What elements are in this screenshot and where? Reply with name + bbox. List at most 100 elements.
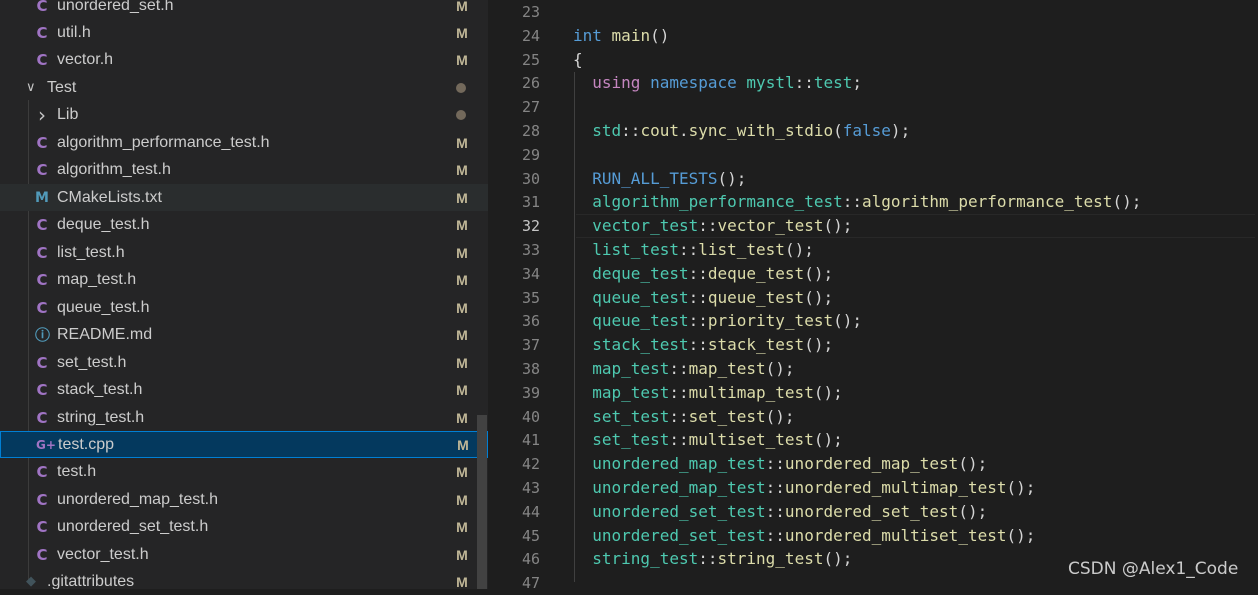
code-line[interactable]: 28 std::cout.sync_with_stdio(false); xyxy=(496,119,1258,143)
explorer-item-label: algorithm_performance_test.h xyxy=(57,133,270,151)
info-file-icon: ⓘ xyxy=(35,326,51,344)
explorer-item-label: unordered_set.h xyxy=(57,0,174,14)
line-number: 27 xyxy=(521,98,540,117)
c-file-icon: C xyxy=(36,243,48,262)
line-number: 33 xyxy=(521,241,540,259)
line-number: 47 xyxy=(521,574,540,593)
code-line[interactable]: 27 xyxy=(496,95,1258,119)
c-file-icon: C xyxy=(36,353,48,372)
code-line[interactable]: 35 queue_test::queue_test(); xyxy=(496,286,1258,310)
c-file-icon: C xyxy=(36,490,48,509)
explorer-item[interactable]: Cutil.h M xyxy=(0,19,488,46)
explorer-item[interactable]: Cvector.h M xyxy=(0,46,488,73)
code-line[interactable]: 29 xyxy=(496,143,1258,167)
git-status-badge: M xyxy=(456,299,468,316)
code-line[interactable]: 30 RUN_ALL_TESTS(); xyxy=(496,167,1258,191)
panel-gap xyxy=(488,0,496,589)
explorer-item-label: deque_test.h xyxy=(57,215,150,233)
code-line[interactable]: 31 algorithm_performance_test::algorithm… xyxy=(496,190,1258,214)
explorer-item[interactable]: Cunordered_map_test.h M xyxy=(0,486,488,513)
explorer-item[interactable]: Cstack_test.h M xyxy=(0,376,488,403)
code-text: unordered_map_test::unordered_multimap_t… xyxy=(592,478,1036,497)
line-number: 26 xyxy=(521,74,540,93)
explorer-item[interactable]: Calgorithm_test.h M xyxy=(0,156,488,183)
git-status-badge: M xyxy=(456,0,468,14)
explorer-item-label: list_test.h xyxy=(57,243,125,261)
explorer-item-label: algorithm_test.h xyxy=(57,160,171,178)
git-status-badge: M xyxy=(456,326,468,343)
code-text: std::cout.sync_with_stdio(false); xyxy=(592,121,911,140)
explorer-item[interactable]: Cmap_test.h M xyxy=(0,266,488,293)
explorer-item-label: queue_test.h xyxy=(57,298,150,316)
code-line[interactable]: 38 map_test::map_test(); xyxy=(496,357,1258,381)
code-line[interactable]: 34 deque_test::deque_test(); xyxy=(496,262,1258,286)
line-number: 46 xyxy=(521,550,540,569)
line-number: 25 xyxy=(521,50,540,69)
line-number: 41 xyxy=(521,431,540,450)
code-line[interactable]: 32 vector_test::vector_test(); xyxy=(496,214,1258,238)
code-text: algorithm_performance_test::algorithm_pe… xyxy=(592,192,1142,212)
code-line[interactable]: 26 using namespace mystl::test; xyxy=(496,71,1258,95)
code-line[interactable]: 39 map_test::multimap_test(); xyxy=(496,381,1258,405)
watermark: CSDN @Alex1_Code xyxy=(1068,559,1239,579)
explorer-item[interactable]: ⓘ README.md M xyxy=(0,321,488,348)
code-line[interactable]: 36 queue_test::priority_test(); xyxy=(496,309,1258,333)
explorer-scrollbar[interactable] xyxy=(477,415,487,589)
explorer-item[interactable]: › Lib xyxy=(0,101,488,128)
explorer-item-label: test.h xyxy=(57,462,97,480)
code-line[interactable]: 23 xyxy=(496,0,1258,24)
code-text: unordered_set_test::unordered_multiset_t… xyxy=(592,525,1036,545)
explorer-item-label: test.cpp xyxy=(58,435,115,453)
explorer-item[interactable]: Cunordered_set_test.h M xyxy=(0,513,488,540)
explorer-item-label: map_test.h xyxy=(57,270,137,288)
code-line[interactable]: 41 set_test::multiset_test(); xyxy=(496,428,1258,452)
git-status-badge: M xyxy=(457,436,469,453)
line-number: 29 xyxy=(521,145,540,164)
modified-dot xyxy=(456,109,466,120)
explorer-item[interactable]: Cqueue_test.h M xyxy=(0,294,488,321)
code-editor[interactable]: 23 24 int main() 25 {26 using namespace myst… xyxy=(496,0,1258,592)
git-status-badge: M xyxy=(456,189,468,206)
explorer-item[interactable]: Cunordered_set.h M xyxy=(0,0,488,19)
modified-dot xyxy=(456,82,466,93)
code-line[interactable]: 40 set_test::set_test(); xyxy=(496,405,1258,429)
cpp-file-icon: G+ xyxy=(36,437,56,452)
explorer-item[interactable]: M CMakeLists.txt M xyxy=(0,184,488,211)
line-number: 42 xyxy=(521,455,540,474)
c-file-icon: C xyxy=(36,545,48,564)
line-number: 37 xyxy=(521,336,540,355)
c-file-icon: C xyxy=(36,380,48,399)
code-line[interactable]: 25 { xyxy=(496,48,1258,72)
line-number: 32 xyxy=(521,217,540,236)
c-file-icon: C xyxy=(36,408,48,427)
explorer-item[interactable]: Cstring_test.h M xyxy=(0,404,488,431)
code-line[interactable]: 43 unordered_map_test::unordered_multima… xyxy=(496,476,1258,500)
explorer-item-label: unordered_set_test.h xyxy=(57,517,209,535)
explorer-item[interactable]: ∨ Test xyxy=(0,74,488,101)
code-line[interactable]: 42 unordered_map_test::unordered_map_tes… xyxy=(496,452,1258,476)
code-text: int main() xyxy=(573,25,670,45)
explorer-item[interactable]: Cdeque_test.h M xyxy=(0,211,488,238)
code-line[interactable]: 33 list_test::list_test(); xyxy=(496,238,1258,262)
explorer-item[interactable]: ◆ .gitattributes M xyxy=(0,568,488,590)
explorer-item-label: Test xyxy=(47,78,77,96)
code-line[interactable]: 44 unordered_set_test::unordered_set_tes… xyxy=(496,500,1258,524)
explorer-item[interactable]: Ctest.h M xyxy=(0,458,488,485)
git-status-badge: M xyxy=(456,491,468,508)
explorer-item[interactable]: Clist_test.h M xyxy=(0,239,488,266)
code-line[interactable]: 24 int main() xyxy=(496,24,1258,48)
c-file-icon: C xyxy=(36,462,48,481)
explorer-item[interactable]: G+ test.cpp M xyxy=(0,431,488,458)
line-number: 43 xyxy=(521,479,540,497)
code-line[interactable]: 37 stack_test::stack_test(); xyxy=(496,333,1258,357)
git-status-badge: M xyxy=(456,518,468,535)
git-status-badge: M xyxy=(456,354,468,371)
explorer-item[interactable]: Calgorithm_performance_test.h M xyxy=(0,129,488,156)
git-status-badge: M xyxy=(456,134,468,151)
line-number: 45 xyxy=(521,526,540,545)
explorer-item-label: vector_test.h xyxy=(57,545,149,563)
git-status-badge: M xyxy=(456,409,468,426)
code-line[interactable]: 45 unordered_set_test::unordered_multise… xyxy=(496,524,1258,548)
explorer-item[interactable]: Cvector_test.h M xyxy=(0,541,488,568)
explorer-item[interactable]: Cset_test.h M xyxy=(0,349,488,376)
